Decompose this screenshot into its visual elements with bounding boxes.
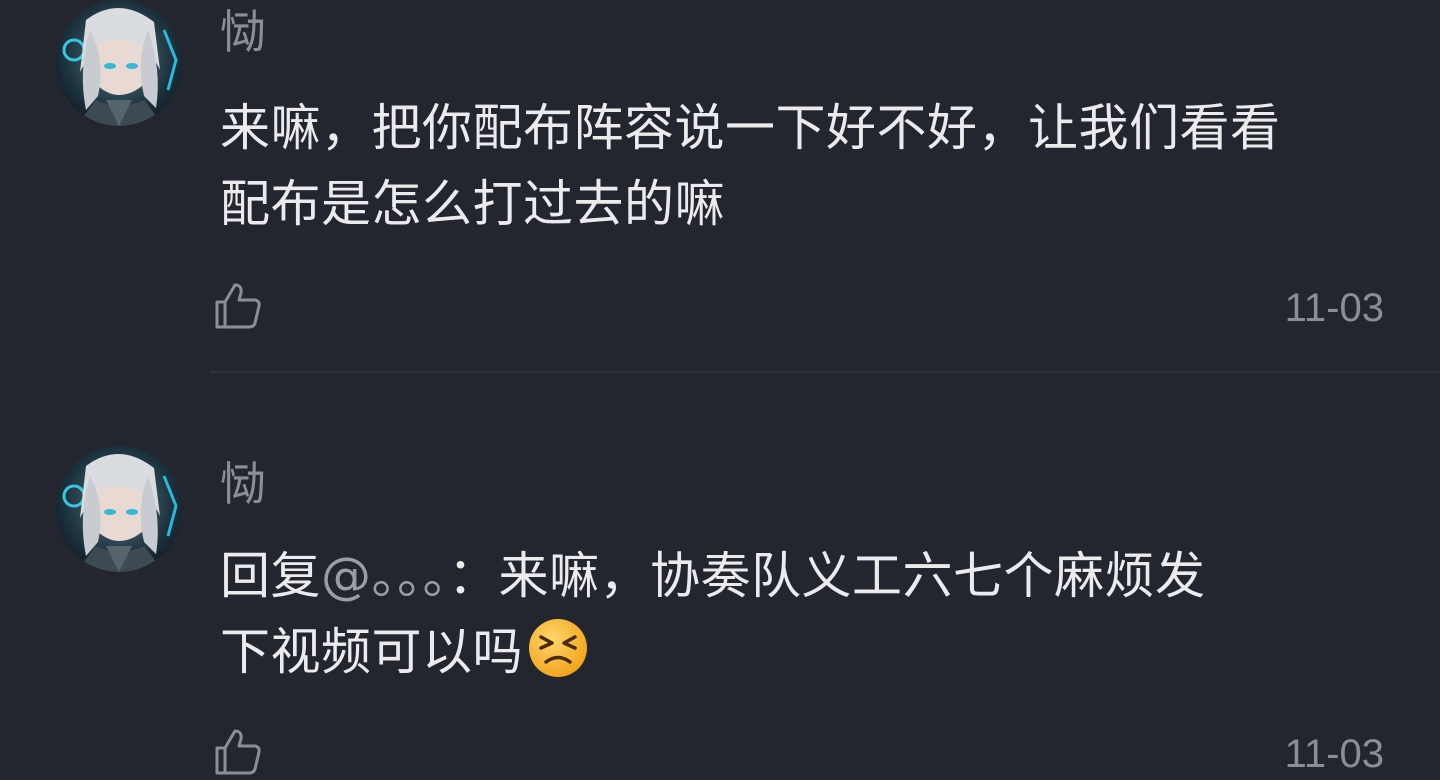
comment-item: 恸 来嘛，把你配布阵容说一下好不好，让我们看看 配布是怎么打过去的嘛 11-03	[0, 0, 1440, 373]
comment-username[interactable]: 恸	[220, 4, 266, 60]
user-mention[interactable]: @。。。	[321, 547, 448, 605]
tired-face-emoji	[527, 617, 589, 679]
comment-text-line: 来嘛，把你配布阵容说一下好不好，让我们看看	[220, 99, 1281, 157]
user-avatar[interactable]	[56, 446, 182, 572]
comment-text: 来嘛，把你配布阵容说一下好不好，让我们看看 配布是怎么打过去的嘛	[220, 90, 1370, 242]
comment-item: 恸 回复@。。。：来嘛，协奏队义工六七个麻烦发 下视频可以吗 11-03	[0, 374, 1440, 780]
comment-text-line: 配布是怎么打过去的嘛	[220, 175, 725, 233]
like-button[interactable]	[212, 726, 264, 778]
anime-avatar-icon	[56, 446, 182, 572]
comment-feed: 恸 来嘛，把你配布阵容说一下好不好，让我们看看 配布是怎么打过去的嘛 11-03	[0, 0, 1440, 780]
comment-date: 11-03	[1284, 286, 1384, 330]
comment-date: 11-03	[1284, 732, 1384, 776]
thumbs-up-icon	[215, 729, 261, 775]
comment-username[interactable]: 恸	[220, 456, 266, 512]
comment-divider	[210, 371, 1440, 373]
comment-text-line: 下视频可以吗	[220, 614, 1370, 690]
user-avatar[interactable]	[56, 0, 182, 126]
comment-text: 回复@。。。：来嘛，协奏队义工六七个麻烦发 下视频可以吗	[220, 538, 1370, 690]
reply-prefix: 回复	[220, 547, 321, 605]
comment-text-line: 回复@。。。：来嘛，协奏队义工六七个麻烦发	[220, 538, 1370, 614]
like-button[interactable]	[212, 280, 264, 332]
thumbs-up-icon	[215, 283, 261, 329]
reply-text-continued: 下视频可以吗	[220, 623, 523, 681]
anime-avatar-icon	[56, 0, 182, 126]
reply-text: ：来嘛，协奏队义工六七个麻烦发	[448, 547, 1206, 605]
